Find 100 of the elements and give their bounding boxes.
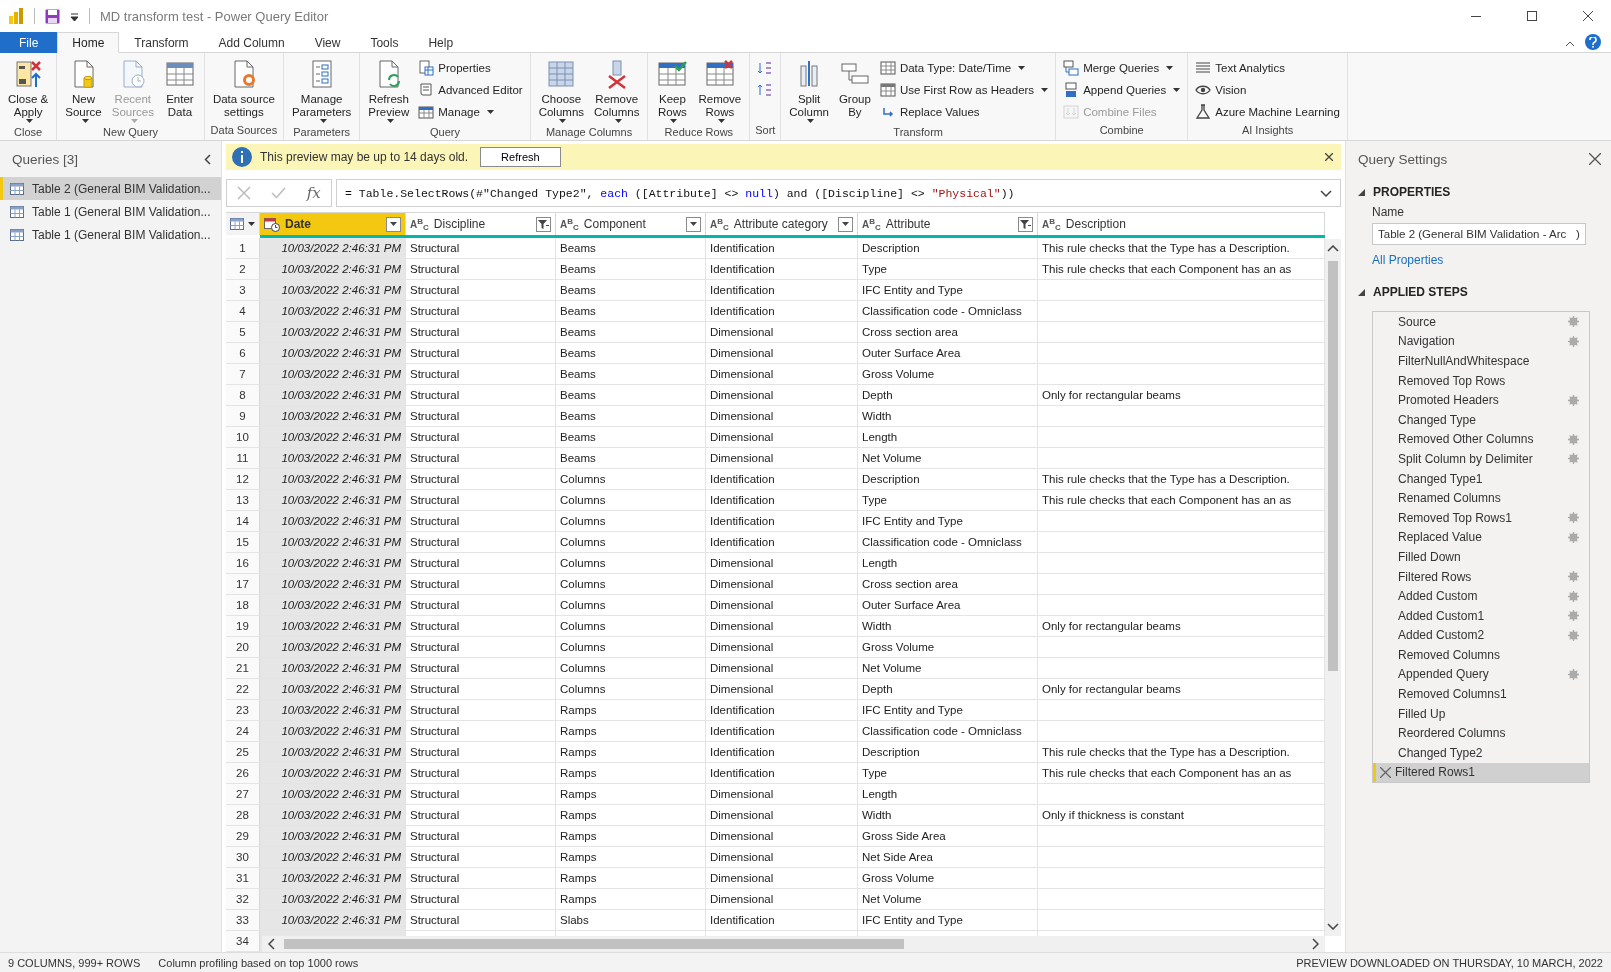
ribbon-button[interactable]: Refresh Preview [364, 56, 414, 125]
table-cell: This rule checks that the Type has a Description. [1038, 238, 1325, 259]
ribbon-button[interactable]: Remove Columns [590, 56, 644, 125]
collapse-ribbon-button[interactable] [1565, 41, 1575, 47]
help-button[interactable] [1585, 34, 1601, 50]
applied-step[interactable]: Changed Type1 [1373, 468, 1589, 489]
ribbon-button[interactable]: Data Type: Date/Time [876, 57, 1052, 78]
applied-step[interactable]: Added Custom1 [1373, 605, 1589, 626]
ribbon-button[interactable]: Merge Queries [1060, 57, 1184, 78]
table-cell: Structural [406, 406, 556, 427]
name-field[interactable]: Table 2 (General BIM Validation - Arc ) [1372, 223, 1586, 245]
query-item[interactable]: Table 1 (General BIM Validation... [0, 200, 221, 223]
applied-step[interactable]: Renamed Columns [1373, 488, 1589, 508]
horizontal-scrollbar[interactable] [262, 936, 1325, 952]
applied-step[interactable]: Replaced Value [1373, 527, 1589, 548]
table-cell: Beams [556, 238, 706, 259]
ribbon-button[interactable]: Choose Columns [534, 56, 589, 125]
ribbon-button[interactable]: Data source settings [208, 56, 279, 121]
query-item[interactable]: Table 1 (General BIM Validation... [0, 223, 221, 246]
ribbon-tab[interactable]: View [299, 32, 356, 53]
row-number: 19 [226, 616, 260, 637]
row-number: 1 [226, 238, 260, 259]
applied-step[interactable]: Filled Down [1373, 547, 1589, 567]
all-properties-link[interactable]: All Properties [1372, 253, 1444, 267]
ribbon-button[interactable]: Azure Machine Learning [1192, 101, 1343, 122]
applied-step[interactable]: Removed Top Rows [1373, 370, 1589, 391]
scrollbar-thumb[interactable] [1328, 261, 1338, 671]
save-button[interactable] [45, 8, 60, 24]
ribbon-button[interactable]: Manage Parameters [287, 56, 356, 125]
quick-access-dropdown[interactable] [70, 11, 79, 21]
applied-step[interactable]: Removed Other Columns [1373, 429, 1589, 450]
caret-icon [70, 11, 79, 21]
row-number: 14 [226, 511, 260, 532]
ribbon-tab[interactable]: Home [57, 32, 120, 53]
ribbon-button[interactable]: Keep Rows [652, 56, 693, 125]
ribbon-button[interactable]: Group By [834, 56, 875, 121]
ribbon-button[interactable]: Close & Apply [4, 56, 53, 125]
table-cell: 10/03/2022 2:46:31 PM [260, 763, 406, 784]
ribbon-tab[interactable]: File [0, 32, 58, 53]
column-menu-button[interactable] [386, 216, 401, 232]
row-number: 20 [226, 637, 260, 658]
applied-step[interactable]: Added Custom2 [1373, 625, 1589, 646]
applied-step[interactable]: Appended Query [1373, 664, 1589, 685]
applied-step[interactable]: Removed Top Rows1 [1373, 507, 1589, 528]
collapse-panel-button[interactable] [204, 153, 211, 165]
ribbon-button[interactable]: Enter Data [159, 56, 200, 121]
applied-step[interactable]: Split Column by Delimiter [1373, 449, 1589, 469]
applied-step[interactable]: Filled Up [1373, 703, 1589, 724]
applied-step[interactable]: Promoted Headers [1373, 390, 1589, 410]
funnel-icon [538, 219, 549, 229]
close-icon [1583, 11, 1593, 21]
applied-step[interactable]: Changed Type2 [1373, 743, 1589, 763]
table-cell: Beams [556, 406, 706, 427]
applied-step[interactable]: Source [1373, 312, 1589, 332]
ribbon-tab[interactable]: Tools [355, 32, 414, 53]
applied-step[interactable]: Added Custom [1373, 586, 1589, 606]
table-icon [10, 182, 24, 195]
caret-icon [690, 222, 697, 226]
table-menu-button[interactable] [226, 213, 260, 235]
applied-step[interactable]: Removed Columns1 [1373, 684, 1589, 704]
close-button[interactable] [1589, 153, 1601, 165]
applied-step[interactable]: Reordered Columns [1373, 723, 1589, 744]
ribbon-button[interactable]: Advanced Editor [415, 79, 526, 100]
table-cell: Identification [706, 742, 858, 763]
applied-step[interactable]: FilterNullAndWhitespace [1373, 351, 1589, 371]
refresh-button[interactable]: Refresh [480, 147, 561, 167]
applied-step[interactable]: Filtered Rows1 [1373, 762, 1589, 783]
formula-field[interactable]: = Table.SelectRows(#"Changed Type2", each ([Attribute] <> null) and ([Discipline] <> "Physical")) [336, 179, 1341, 207]
ribbon-button[interactable]: Properties [415, 57, 526, 78]
applied-step[interactable]: Changed Type [1373, 409, 1589, 430]
close-button[interactable] [1325, 153, 1333, 161]
vertical-scrollbar[interactable] [1325, 239, 1341, 936]
ribbon-button[interactable]: New Source [61, 56, 106, 125]
table-cell: IFC Entity and Type [858, 280, 1038, 301]
ribbon-tab[interactable]: Add Column [203, 32, 300, 53]
table-cell: Columns [556, 490, 706, 511]
ribbon-tab[interactable]: Help [413, 32, 469, 53]
ribbon-button[interactable]: Replace Values [876, 101, 1052, 122]
ribbon-button[interactable]: Use First Row as Headers [876, 79, 1052, 100]
column-menu-button[interactable] [686, 216, 701, 232]
query-item[interactable]: Table 2 (General BIM Validation... [0, 177, 221, 200]
column-menu-button[interactable] [838, 216, 853, 232]
applied-step[interactable]: Navigation [1373, 331, 1589, 352]
ribbon-button[interactable]: Remove Rows [694, 56, 746, 125]
column-menu-button[interactable] [536, 216, 551, 232]
applied-step[interactable]: Removed Columns [1373, 645, 1589, 665]
ribbon-button[interactable]: Split Column [785, 56, 833, 125]
table-cell: Description [858, 742, 1038, 763]
ribbon-button[interactable]: Text Analytics [1192, 57, 1343, 78]
insert-function-button[interactable]: fx [306, 184, 321, 202]
scrollbar-thumb[interactable] [284, 939, 904, 949]
ribbon-tab[interactable]: Transform [119, 32, 204, 53]
column-header[interactable]: Date [260, 213, 406, 235]
ribbon-button[interactable]: Manage [415, 101, 526, 122]
column-menu-button[interactable] [1018, 216, 1033, 232]
ribbon-button[interactable]: Append Queries [1060, 79, 1184, 100]
ribbon-button[interactable]: Vision [1192, 79, 1343, 100]
applied-step[interactable]: Filtered Rows [1373, 566, 1589, 587]
table-cell: Slabs [556, 910, 706, 931]
table-cell: Structural [406, 448, 556, 469]
